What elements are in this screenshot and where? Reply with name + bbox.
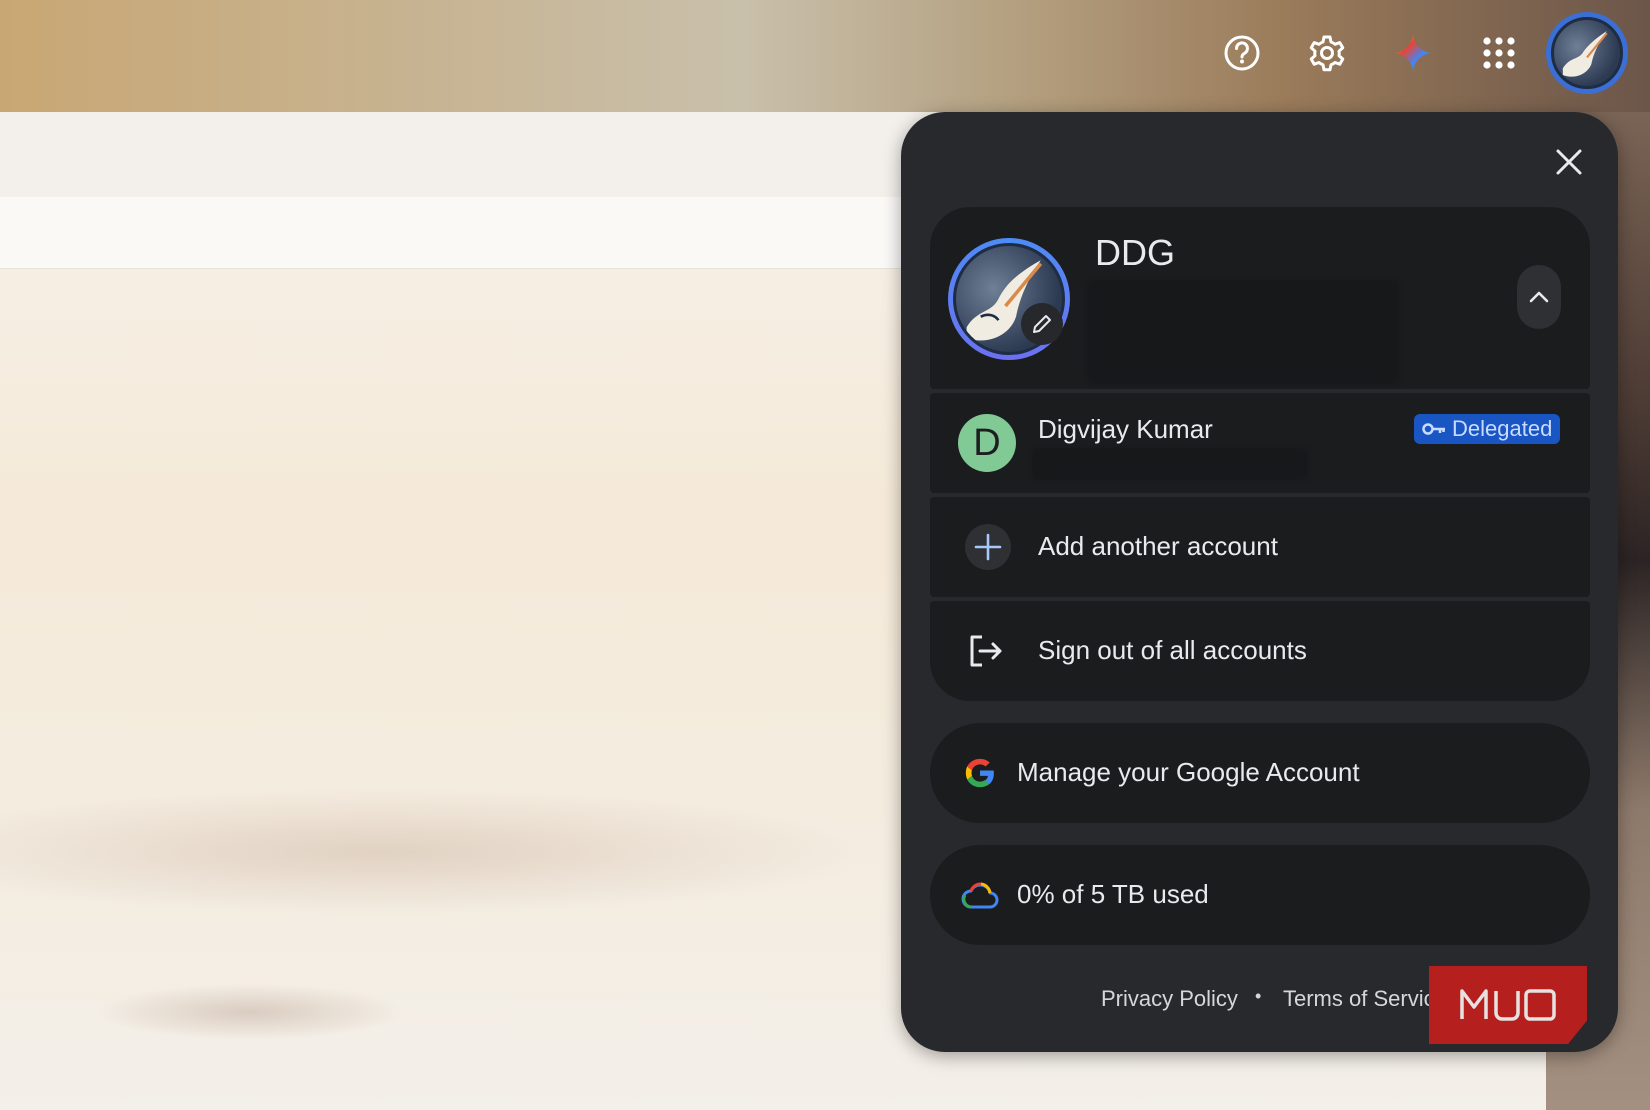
settings-button[interactable] bbox=[1307, 33, 1347, 73]
privacy-policy-link[interactable]: Privacy Policy bbox=[1101, 986, 1238, 1012]
redacted-email bbox=[1032, 448, 1308, 480]
gemini-icon bbox=[1395, 35, 1431, 71]
account-avatar-button[interactable] bbox=[1546, 12, 1628, 94]
sign-out-icon-wrap bbox=[963, 628, 1009, 674]
redacted-email bbox=[1087, 280, 1399, 384]
cloud-icon bbox=[961, 882, 999, 909]
sign-out-label: Sign out of all accounts bbox=[1038, 635, 1307, 665]
terms-of-service-link[interactable]: Terms of Service bbox=[1283, 986, 1447, 1012]
account-name: DDG bbox=[1095, 232, 1175, 273]
storage-icon-wrap bbox=[957, 872, 1003, 918]
collapse-accounts-button[interactable] bbox=[1517, 265, 1561, 329]
delegated-account-name: Digvijay Kumar bbox=[1038, 414, 1213, 444]
plus-icon bbox=[974, 533, 1002, 561]
apps-button[interactable] bbox=[1479, 33, 1519, 73]
manage-account-label: Manage your Google Account bbox=[1017, 757, 1360, 787]
close-button[interactable] bbox=[1549, 142, 1589, 182]
edit-photo-button[interactable] bbox=[1021, 303, 1063, 345]
add-account-label: Add another account bbox=[1038, 531, 1278, 561]
close-icon bbox=[1556, 149, 1582, 175]
muo-watermark bbox=[1429, 966, 1587, 1044]
logout-icon bbox=[970, 635, 1002, 667]
footer-separator: • bbox=[1255, 986, 1262, 1006]
google-icon-wrap bbox=[957, 750, 1003, 796]
delegated-badge: Delegated bbox=[1414, 414, 1561, 444]
delegated-badge-label: Delegated bbox=[1452, 416, 1553, 441]
google-g-icon bbox=[965, 758, 994, 788]
account-initial-avatar: D bbox=[958, 414, 1016, 472]
storage-usage-label: 0% of 5 TB used bbox=[1017, 879, 1209, 909]
apps-grid-icon bbox=[1483, 37, 1515, 69]
gemini-button[interactable] bbox=[1393, 33, 1433, 73]
key-icon bbox=[1422, 423, 1445, 435]
pencil-icon bbox=[1033, 315, 1051, 333]
settings-icon bbox=[1309, 35, 1345, 72]
add-account-icon-wrap bbox=[965, 524, 1011, 570]
help-button[interactable] bbox=[1222, 33, 1262, 73]
profile-picture bbox=[1551, 17, 1623, 89]
content-search-area bbox=[0, 197, 920, 269]
chevron-up-icon bbox=[1529, 291, 1549, 303]
content-header-area bbox=[0, 112, 920, 197]
help-icon bbox=[1224, 35, 1260, 71]
